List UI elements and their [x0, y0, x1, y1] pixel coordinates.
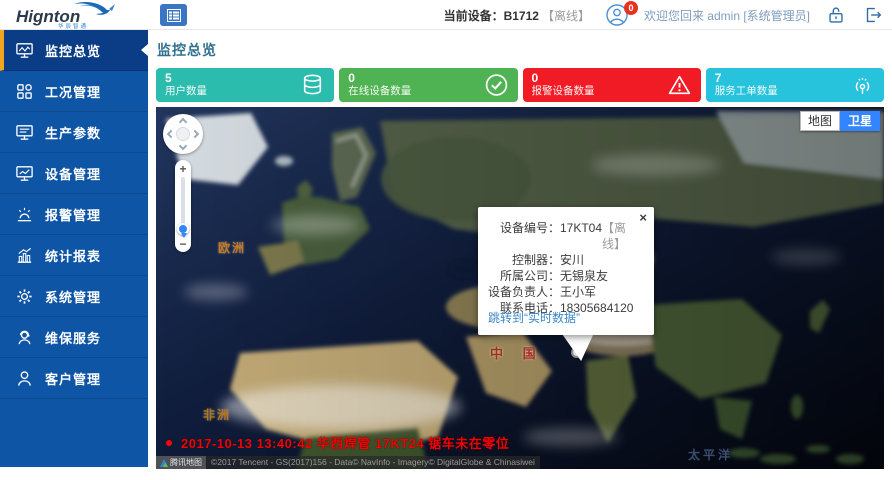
sidebar-item-maintenance[interactable]: 维保服务 [0, 317, 148, 358]
notification-badge: 0 [624, 1, 638, 15]
popup-row-label: 所属公司： [486, 268, 560, 284]
popup-row-label: 控制器： [486, 252, 560, 268]
map-type-button-map[interactable]: 地图 [800, 111, 840, 131]
pan-up-icon[interactable] [179, 118, 187, 126]
sidebar-item-label: 系统管理 [45, 287, 101, 306]
map-label-africa: 非洲 [203, 406, 231, 423]
sidebar-item-label: 监控总览 [45, 41, 101, 60]
map-label-china: 中 国 [490, 343, 544, 362]
sidebar-item-label: 设备管理 [45, 164, 101, 183]
popup-device-status: 【离线】 [602, 220, 644, 252]
popup-row: 设备编号： 17KT04 【离线】 [486, 220, 644, 252]
app-window: Hignton 华辰智通 当前设备：B1712【离线】 [0, 0, 892, 480]
logout-button[interactable] [862, 4, 884, 26]
popup-row-value: 安川 [560, 252, 644, 268]
popup-row-value: 无锡泉友 [560, 268, 644, 284]
lock-button[interactable] [825, 4, 847, 26]
pan-left-icon[interactable] [167, 130, 175, 138]
current-device-label: 当前设备：B1712【离线】 [444, 7, 590, 24]
sidebar-item-label: 工况管理 [45, 82, 101, 101]
alarm-ticker-text: 2017-10-13 13:40:42 华西焊管 17KT24 锯车未在零位 [181, 433, 509, 452]
sidebar-item-label: 报警管理 [45, 205, 101, 224]
tencent-map-logo: 腾讯地图 [156, 456, 206, 469]
popup-row-value: 17KT04 【离线】 [560, 220, 644, 252]
popup-row-label: 设备负责人： [486, 284, 560, 300]
monitor-overview-icon [15, 41, 34, 60]
bar-chart-icon [15, 246, 34, 265]
welcome-text: 欢迎您回来 admin [系统管理员] [644, 7, 810, 24]
gear-icon [15, 287, 34, 306]
grid-icon [15, 82, 34, 101]
stat-card-alarm-devices[interactable]: 0 报警设备数量 [523, 68, 701, 102]
person-icon [15, 369, 34, 388]
page-title: 监控总览 [157, 40, 892, 60]
top-header: Hignton 华辰智通 当前设备：B1712【离线】 [0, 0, 892, 30]
sidebar-item-customer-mgmt[interactable]: 客户管理 [0, 358, 148, 399]
headset-icon [15, 328, 34, 347]
stat-card-work-orders[interactable]: 7 服务工单数量 [706, 68, 884, 102]
device-monitor-icon [15, 164, 34, 183]
popup-row: 设备负责人： 王小军 [486, 284, 644, 300]
check-circle-icon [484, 73, 509, 98]
sidebar-item-production-params[interactable]: 生产参数 [0, 112, 148, 153]
database-icon [300, 73, 325, 98]
zoom-knob[interactable] [177, 223, 189, 235]
sidebar-item-device-mgmt[interactable]: 设备管理 [0, 153, 148, 194]
zoom-in-button[interactable]: + [175, 163, 191, 175]
stat-card-users[interactable]: 5 用户数量 [156, 68, 334, 102]
sidebar-nav: 监控总览 工况管理 生产参数 [0, 30, 148, 467]
popup-row: 控制器： 安川 [486, 252, 644, 268]
device-info-popup: × 设备编号： 17KT04 【离线】 控制器： 安川 所属公司： 无锡泉友 [478, 207, 654, 335]
company-logo: Hignton 华辰智通 [10, 1, 140, 29]
map-pan-control[interactable] [163, 114, 203, 154]
tencent-logo-icon [160, 459, 168, 467]
popup-close-icon[interactable]: × [639, 211, 647, 224]
svg-text:华辰智通: 华辰智通 [58, 22, 88, 29]
realtime-data-link[interactable]: 跳转到“实时数据” [488, 309, 580, 326]
alarm-ticker: 2017-10-13 13:40:42 华西焊管 17KT24 锯车未在零位 [166, 433, 509, 452]
alarm-light-icon [15, 205, 34, 224]
attribution-text: ©2017 Tencent - GS(2017)156 - Data© NavI… [206, 456, 540, 469]
sidebar-item-statistics[interactable]: 统计报表 [0, 235, 148, 276]
sidebar-item-label: 统计报表 [45, 246, 101, 265]
popup-row: 所属公司： 无锡泉友 [486, 268, 644, 284]
map-type-toggle: 地图 卫星 [800, 111, 880, 131]
menu-list-icon [167, 9, 181, 22]
sidebar-item-label: 客户管理 [45, 369, 101, 388]
zoom-out-button[interactable]: − [175, 238, 191, 250]
broadcast-icon [850, 73, 875, 98]
production-monitor-icon [15, 123, 34, 142]
pan-center-dot [176, 127, 190, 141]
pan-down-icon[interactable] [179, 142, 187, 150]
map-attribution: 腾讯地图 ©2017 Tencent - GS(2017)156 - Data©… [156, 456, 884, 469]
map-zoom-slider[interactable]: + − [175, 160, 191, 252]
pan-right-icon[interactable] [191, 130, 199, 138]
sidebar-item-system-mgmt[interactable]: 系统管理 [0, 276, 148, 317]
device-status: 【离线】 [542, 9, 590, 23]
warning-triangle-icon [667, 73, 692, 98]
stat-cards-row: 5 用户数量 0 在线设备数量 0 报警设备数量 [156, 68, 884, 102]
world-map[interactable]: 欧洲 非洲 中 国 太平洋 地图 卫星 + − [156, 107, 884, 469]
popup-row-label: 设备编号： [486, 220, 560, 252]
map-type-button-satellite[interactable]: 卫星 [840, 111, 880, 131]
sidebar-item-label: 维保服务 [45, 328, 101, 347]
map-label-europe: 欧洲 [218, 239, 246, 256]
sidebar-item-monitor-overview[interactable]: 监控总览 [0, 30, 148, 71]
sidebar-item-label: 生产参数 [45, 123, 101, 142]
stat-card-online-devices[interactable]: 0 在线设备数量 [339, 68, 517, 102]
user-avatar-button[interactable]: 0 [605, 3, 629, 27]
popup-row-value: 王小军 [560, 284, 644, 300]
sidebar-item-alarm-mgmt[interactable]: 报警管理 [0, 194, 148, 235]
sidebar-toggle-button[interactable] [160, 4, 187, 26]
main-content: 监控总览 5 用户数量 0 在线设备数量 0 [148, 30, 892, 467]
sidebar-item-work-condition[interactable]: 工况管理 [0, 71, 148, 112]
alarm-dot-icon [166, 440, 172, 446]
